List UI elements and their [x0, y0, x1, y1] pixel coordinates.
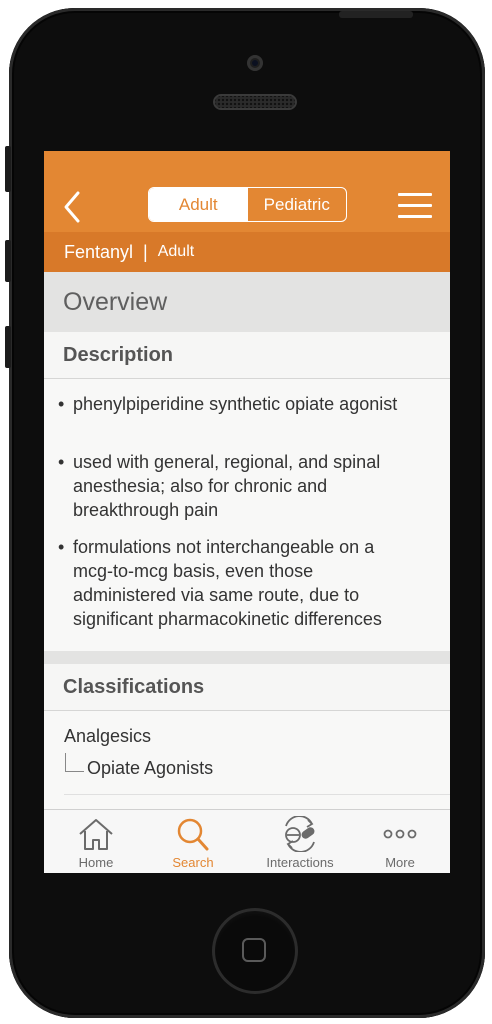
- nav-bar: Adult Pediatric: [44, 151, 450, 232]
- drug-subheader: Fentanyl | Adult: [44, 232, 450, 272]
- home-button[interactable]: [212, 908, 298, 994]
- classification-root[interactable]: Analgesics: [64, 726, 151, 747]
- tab-label: Interactions: [266, 855, 334, 870]
- segment-adult[interactable]: Adult: [149, 188, 248, 221]
- segment-pediatric[interactable]: Pediatric: [248, 188, 347, 221]
- app-screen: Adult Pediatric Fentanyl | Adult Overvie…: [44, 151, 450, 873]
- description-section-header: Description: [44, 332, 450, 379]
- drug-name: Fentanyl: [64, 241, 134, 262]
- bullet-text: phenylpiperidine synthetic opiate agonis…: [73, 394, 398, 414]
- tab-bar: Home Search Interactions More: [44, 809, 450, 873]
- population-segmented-control: Adult Pediatric: [148, 187, 347, 222]
- back-chevron-icon[interactable]: [58, 187, 88, 227]
- tab-label: Home: [78, 855, 114, 870]
- search-icon: [177, 818, 209, 851]
- mute-switch: [5, 146, 11, 192]
- classifications-section-header: Classifications: [44, 664, 450, 711]
- interactions-icon: [285, 816, 315, 852]
- tab-search[interactable]: Search: [143, 810, 243, 873]
- tab-home[interactable]: Home: [46, 810, 146, 873]
- power-button: [339, 11, 413, 18]
- front-camera: [247, 55, 263, 71]
- overview-header: Overview: [44, 272, 450, 332]
- hamburger-menu-icon[interactable]: [398, 193, 432, 219]
- population-label: Adult: [157, 243, 195, 260]
- tab-interactions[interactable]: Interactions: [250, 810, 350, 873]
- earpiece-speaker: [213, 94, 297, 110]
- home-icon: [79, 819, 113, 850]
- row-divider: [64, 794, 450, 795]
- bullet-text: formulations not interchangeable on a mc…: [73, 537, 382, 629]
- tree-connector: [65, 753, 84, 772]
- classifications-title: Classifications: [63, 676, 205, 698]
- more-icon: [383, 829, 417, 839]
- volume-down-button: [5, 326, 11, 368]
- tab-label: More: [385, 855, 415, 870]
- subheader-separator: |: [143, 241, 148, 262]
- volume-up-button: [5, 240, 11, 282]
- tab-more[interactable]: More: [350, 810, 450, 873]
- description-title: Description: [63, 344, 174, 366]
- section-divider: [44, 651, 450, 664]
- overview-title: Overview: [63, 288, 168, 316]
- tab-label: Search: [172, 855, 214, 870]
- classification-child[interactable]: Opiate Agonists: [87, 758, 213, 779]
- bullet-text: used with general, regional, and spinal …: [73, 452, 381, 520]
